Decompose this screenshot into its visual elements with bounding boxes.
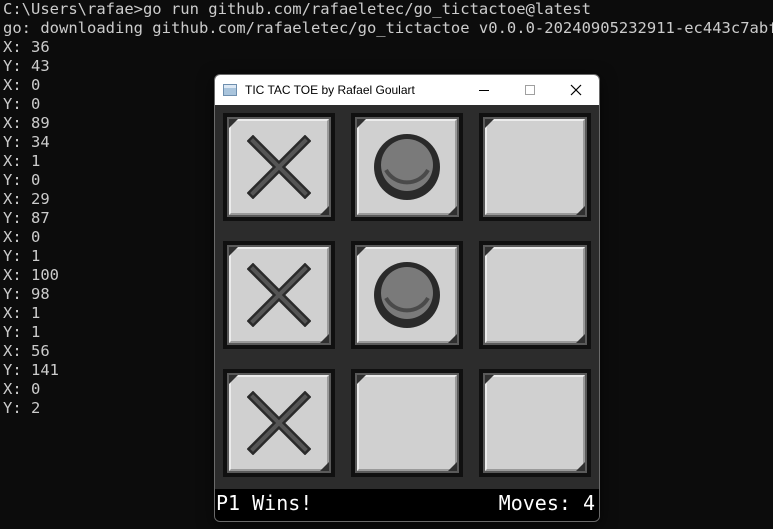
board-cell-r1-c1[interactable] <box>351 241 463 349</box>
game-board <box>215 105 599 489</box>
maximize-icon <box>525 85 535 95</box>
moves-counter: Moves: 4 <box>498 491 595 515</box>
cell-face <box>485 375 585 471</box>
game-window[interactable]: TIC TAC TOE by Rafael Goulart P1 Wins! M… <box>214 74 600 522</box>
terminal-output-line: X: 36 <box>3 38 50 56</box>
winner-status: P1 Wins! <box>216 491 313 515</box>
board-cell-r2-c1[interactable] <box>351 369 463 477</box>
board-cell-r0-c0[interactable] <box>223 113 335 221</box>
minimize-icon <box>479 90 489 91</box>
board-cell-r1-c2[interactable] <box>479 241 591 349</box>
cell-face <box>485 119 585 215</box>
app-window-icon <box>223 84 237 96</box>
window-title: TIC TAC TOE by Rafael Goulart <box>245 83 415 97</box>
x-mark-icon <box>247 263 311 327</box>
board-cell-r0-c2[interactable] <box>479 113 591 221</box>
o-mark-icon <box>374 262 440 328</box>
board-cell-r0-c1[interactable] <box>351 113 463 221</box>
minimize-button[interactable] <box>461 75 507 105</box>
board-cell-r2-c0[interactable] <box>223 369 335 477</box>
status-bar: P1 Wins! Moves: 4 <box>215 489 599 521</box>
close-icon <box>570 84 582 96</box>
desktop: C:\Users\rafae>go run github.com/rafaele… <box>0 0 773 529</box>
x-mark-icon <box>247 135 311 199</box>
window-titlebar[interactable]: TIC TAC TOE by Rafael Goulart <box>215 75 599 105</box>
board-cell-r1-c0[interactable] <box>223 241 335 349</box>
terminal-command-line: go: downloading github.com/rafaeletec/go… <box>3 19 773 37</box>
maximize-button[interactable] <box>507 75 553 105</box>
close-button[interactable] <box>553 75 599 105</box>
o-mark-icon <box>374 134 440 200</box>
x-mark-icon <box>247 391 311 455</box>
cell-face <box>357 375 457 471</box>
terminal-command-line: C:\Users\rafae>go run github.com/rafaele… <box>3 0 591 18</box>
cell-face <box>485 247 585 343</box>
board-cell-r2-c2[interactable] <box>479 369 591 477</box>
